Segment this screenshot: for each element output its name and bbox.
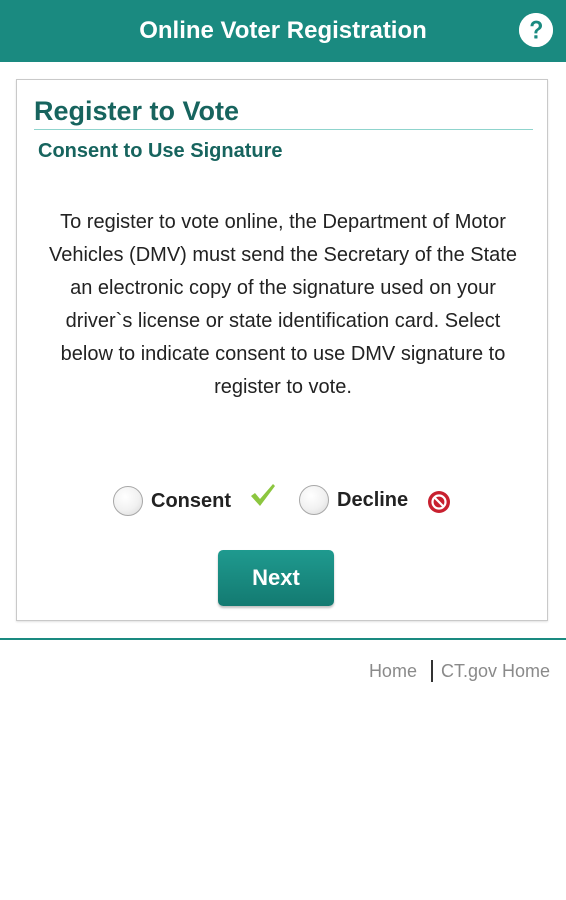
help-button[interactable] [519, 13, 553, 47]
registration-card: Register to Vote Consent to Use Signatur… [16, 79, 548, 621]
consent-description: To register to vote online, the Departme… [49, 211, 517, 398]
consent-radio[interactable] [113, 486, 143, 516]
checkmark-icon [251, 484, 275, 506]
page-title: Register to Vote [34, 96, 240, 126]
footer-link-ctgov-home[interactable]: CT.gov Home [441, 661, 550, 682]
footer-link-home[interactable]: Home [369, 661, 417, 682]
footer-links: Home CT.gov Home [369, 660, 550, 682]
consent-options: Consent Decline [17, 482, 549, 522]
footer-separator [430, 660, 433, 682]
app-header: Online Voter Registration [0, 0, 566, 62]
title-divider [34, 129, 533, 130]
section-subtitle: Consent to Use Signature [38, 140, 283, 162]
decline-radio[interactable] [299, 485, 329, 515]
app-title: Online Voter Registration [139, 17, 427, 44]
no-sign-icon [428, 491, 450, 513]
next-button[interactable]: Next [218, 550, 334, 606]
decline-label[interactable]: Decline [337, 489, 408, 512]
footer-divider [0, 638, 566, 640]
question-circle-icon [519, 13, 553, 47]
consent-label[interactable]: Consent [151, 490, 231, 513]
